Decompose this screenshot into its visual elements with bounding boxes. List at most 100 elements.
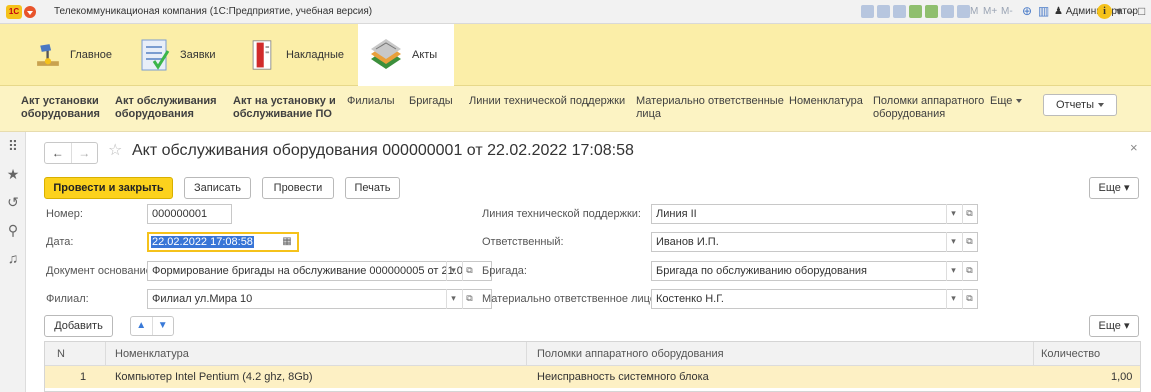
print-icon[interactable] [877, 5, 890, 18]
chevron-down-icon[interactable]: ▾ [946, 232, 960, 252]
section-acts[interactable]: Акты [358, 24, 454, 86]
calculator-icon[interactable] [941, 5, 954, 18]
section-main[interactable]: Главное [24, 24, 122, 86]
table-row[interactable]: 1 Компьютер Intel Pentium (4.2 ghz, 8Gb)… [45, 366, 1140, 388]
write-button[interactable]: Записать [184, 177, 251, 199]
open-link-icon[interactable]: ⧉ [962, 289, 976, 309]
reports-button[interactable]: Отчеты [1043, 94, 1117, 116]
calendar-icon[interactable]: ▦ [279, 234, 295, 250]
attach-icon[interactable] [925, 5, 938, 18]
memory-m-plus-button[interactable]: M+ [983, 6, 997, 17]
post-button[interactable]: Провести [262, 177, 334, 199]
support-line-label: Линия технической поддержки: [482, 208, 641, 220]
open-link-icon[interactable]: ⧉ [462, 289, 476, 309]
column-header-nomenclature[interactable]: Номенклатура [115, 348, 189, 360]
more-button[interactable]: Еще ▾ [1089, 177, 1139, 199]
app-logo-icon: 1С [6, 5, 22, 19]
chevron-down-icon[interactable]: ▾ [946, 261, 960, 281]
apps-grid-icon[interactable]: ⠿ [5, 138, 21, 154]
open-link-icon[interactable]: ⧉ [962, 232, 976, 252]
responsible-person-field[interactable]: Костенко Н.Г. [651, 289, 978, 309]
search-icon[interactable]: ⚲ [5, 222, 21, 238]
basis-document-label: Документ основание: [46, 265, 155, 277]
func-more-dropdown[interactable]: Еще [990, 95, 1023, 108]
favorites-star-icon[interactable]: ★ [5, 166, 21, 182]
open-link-icon[interactable]: ⧉ [962, 261, 976, 281]
memory-m-button[interactable]: M [970, 6, 978, 17]
column-divider [526, 342, 527, 366]
func-hardware-faults[interactable]: Поломки аппаратного оборудования [873, 95, 984, 121]
chevron-down-icon[interactable]: ▾ [446, 261, 460, 281]
desk-lamp-icon [37, 44, 59, 66]
branch-field[interactable]: Филиал ул.Мира 10 [147, 289, 492, 309]
items-table: N Номенклатура Поломки аппаратного обору… [44, 341, 1141, 392]
number-label: Номер: [46, 208, 83, 220]
document-form: ← → ☆ Акт обслуживания оборудования 0000… [26, 132, 1151, 392]
open-link-icon[interactable]: ⧉ [462, 261, 476, 281]
chevron-down-icon[interactable]: ▾ [946, 204, 960, 224]
sections-panel: Главное Заявки Накладные Акты [0, 24, 1151, 86]
window-title: Телекоммуникационая компания (1С:Предпри… [54, 6, 373, 17]
support-line-field[interactable]: Линия II [651, 204, 978, 224]
row-number: 1 [80, 371, 87, 383]
chevron-down-icon[interactable]: ▾ [446, 289, 460, 309]
func-branches[interactable]: Филиалы [347, 95, 395, 108]
func-install-act[interactable]: Акт установки оборудования [21, 95, 100, 121]
column-header-quantity[interactable]: Количество [1041, 348, 1100, 360]
func-responsible-persons[interactable]: Материально ответственные лица [636, 95, 784, 121]
table-more-button[interactable]: Еще ▾ [1089, 315, 1139, 337]
function-panel: Акт установки оборудования Акт обслуживан… [0, 86, 1151, 132]
info-icon[interactable]: i [1097, 4, 1112, 19]
main-menu-button[interactable] [24, 6, 36, 18]
responsible-field[interactable]: Иванов И.П. [651, 232, 978, 252]
settings-dropdown-icon[interactable]: ▾ [1116, 4, 1122, 18]
row-move-buttons: ▲ ▼ [130, 316, 174, 336]
responsible-label: Ответственный: [482, 236, 564, 248]
move-down-arrow-icon[interactable]: ▼ [151, 317, 174, 335]
section-invoices[interactable]: Накладные [236, 24, 354, 86]
section-requests[interactable]: Заявки [126, 24, 226, 86]
nav-buttons: ← → [44, 142, 98, 164]
func-nomenclature[interactable]: Номенклатура [789, 95, 863, 108]
basis-document-field[interactable]: Формирование бригады на обслуживание 000… [147, 261, 492, 281]
chevron-down-icon[interactable]: ▾ [946, 289, 960, 309]
link-icon[interactable] [909, 5, 922, 18]
maximize-icon[interactable]: □ [1138, 4, 1145, 18]
print-button[interactable]: Печать [345, 177, 400, 199]
page-title: Акт обслуживания оборудования 000000001 … [132, 142, 634, 159]
calendar-icon[interactable] [957, 5, 970, 18]
row-fault: Неисправность системного блока [537, 371, 709, 383]
add-row-button[interactable]: Добавить [44, 315, 113, 337]
history-icon[interactable]: ↺ [5, 194, 21, 210]
date-field[interactable]: 22.02.2022 17:08:58 [147, 232, 299, 252]
preview-icon[interactable] [893, 5, 906, 18]
chevron-down-icon: ▾ [1123, 320, 1130, 332]
window-list-icon[interactable]: ▥ [1038, 4, 1049, 18]
minimize-icon[interactable]: – [1127, 4, 1134, 18]
move-up-arrow-icon[interactable]: ▲ [131, 317, 152, 335]
open-link-icon[interactable]: ⧉ [962, 204, 976, 224]
invoice-icon [252, 40, 272, 70]
favorite-star-icon[interactable]: ☆ [108, 140, 122, 160]
func-service-act[interactable]: Акт обслуживания оборудования [115, 95, 217, 121]
number-field[interactable]: 000000001 [147, 204, 232, 224]
date-label: Дата: [46, 236, 74, 248]
column-header-n[interactable]: N [57, 348, 65, 360]
zoom-icon[interactable]: ⊕ [1022, 4, 1032, 18]
save-icon[interactable] [861, 5, 874, 18]
forward-arrow-icon[interactable]: → [70, 143, 98, 163]
close-icon[interactable]: × [1130, 140, 1138, 155]
column-header-faults[interactable]: Поломки аппаратного оборудования [537, 348, 724, 360]
current-user[interactable]: ♟ Администратор [1054, 6, 1138, 17]
post-and-close-button[interactable]: Провести и закрыть [44, 177, 173, 199]
memory-m-minus-button[interactable]: M- [1001, 6, 1013, 17]
brigade-field[interactable]: Бригада по обслуживанию оборудования [651, 261, 978, 281]
chevron-down-icon [1016, 99, 1023, 104]
func-brigades[interactable]: Бригады [409, 95, 453, 108]
func-software-act[interactable]: Акт на установку и обслуживание ПО [233, 95, 336, 121]
row-nomenclature: Компьютер Intel Pentium (4.2 ghz, 8Gb) [115, 371, 313, 383]
back-arrow-icon[interactable]: ← [45, 143, 71, 163]
notifications-bell-icon[interactable]: ♫ [5, 250, 21, 266]
row-quantity: 1,00 [1111, 371, 1133, 383]
func-support-lines[interactable]: Линии технической поддержки [469, 95, 625, 108]
